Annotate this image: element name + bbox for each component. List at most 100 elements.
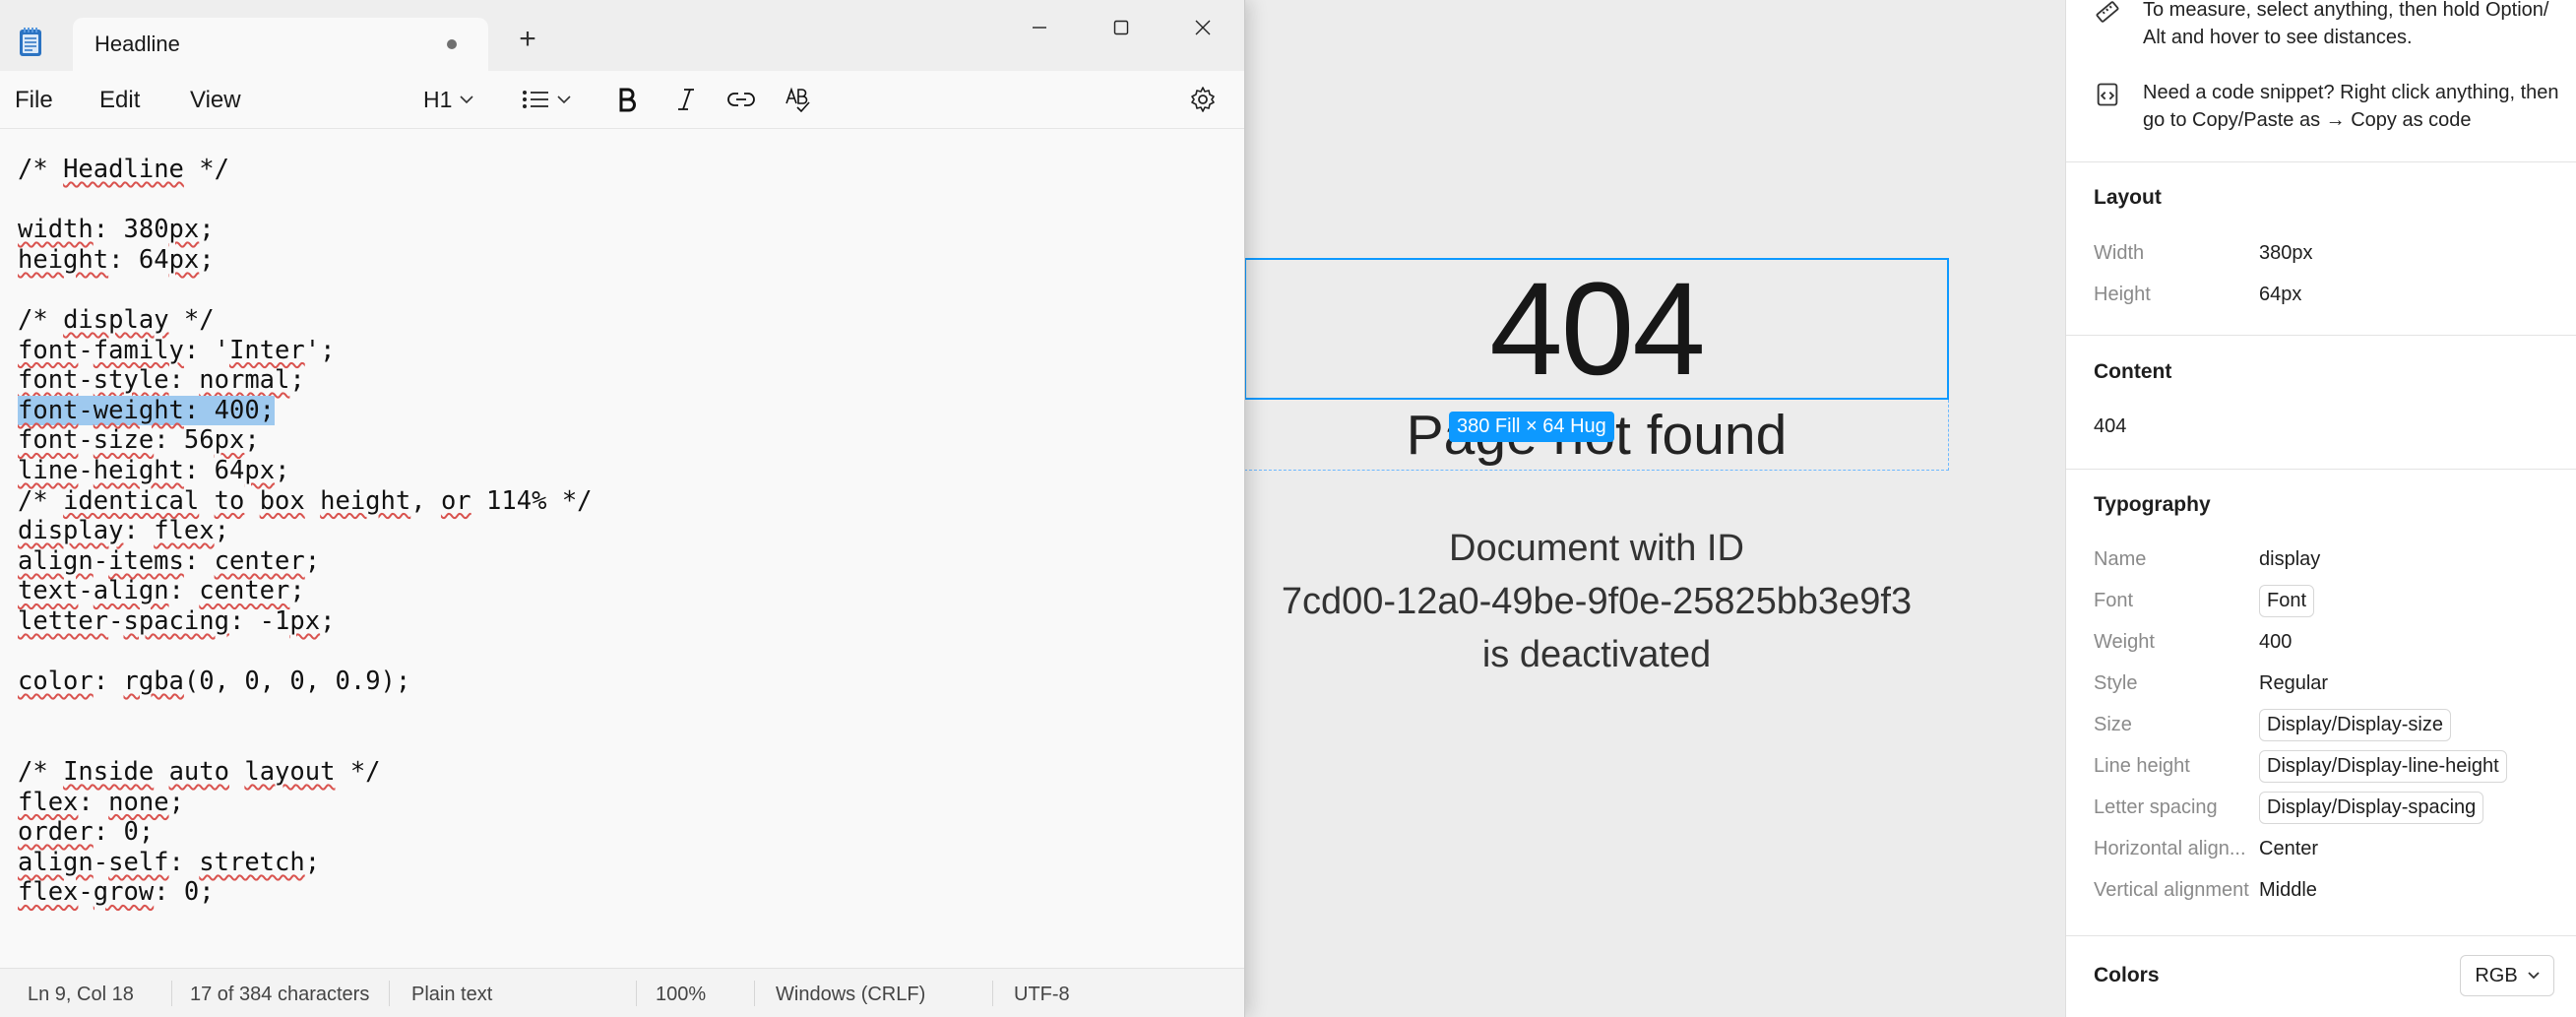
font-label: Font — [2094, 590, 2134, 611]
divider — [2066, 469, 2576, 470]
weight-label: Weight — [2094, 631, 2155, 653]
document-message-line-3: is deactivated — [1481, 634, 1712, 675]
code-line[interactable]: font-size: 56px; — [18, 425, 260, 455]
unsaved-indicator-icon[interactable] — [447, 39, 457, 49]
dimension-badge: 380 Fill × 64 Hug — [1449, 412, 1614, 442]
headline-404-text[interactable]: 404 — [1244, 256, 1949, 403]
code-line[interactable]: order: 0; — [18, 817, 154, 847]
divider — [171, 981, 172, 1006]
code-line[interactable]: text-align: center; — [18, 576, 305, 605]
title-bar[interactable]: Headline + — [0, 0, 1244, 71]
code-line[interactable]: align-items: center; — [18, 546, 320, 576]
minimize-icon — [1033, 27, 1046, 29]
colors-section-title: Colors — [2094, 964, 2160, 986]
code-text: /* identical to box height, or 114% */ — [18, 485, 593, 516]
code-line[interactable]: flex: none; — [18, 788, 184, 817]
chevron-down-icon — [2528, 972, 2540, 980]
design-canvas[interactable]: 404 Page not found 380 Fill × 64 Hug Doc… — [1244, 0, 2065, 1017]
measure-tip-text: To measure, select anything, then hold O… — [2143, 0, 2549, 48]
code-line[interactable]: /* display */ — [18, 305, 215, 335]
code-text: line-height: 64px; — [18, 456, 290, 485]
code-line[interactable]: color: rgba(0, 0, 0, 0.9); — [18, 667, 410, 696]
font-chip[interactable]: Font — [2259, 585, 2315, 617]
code-line[interactable]: letter-spacing: -1px; — [18, 606, 335, 636]
italic-button[interactable] — [675, 83, 697, 116]
color-mode-value: RGB — [2475, 964, 2518, 986]
minimize-button[interactable] — [1020, 8, 1059, 47]
bold-button[interactable] — [616, 83, 638, 116]
size-chip[interactable]: Display/Display-size — [2259, 709, 2451, 741]
snippet-tip: Need a code snippet? Right click anythin… — [2094, 79, 2576, 134]
cursor-position[interactable]: Ln 9, Col 18 — [28, 984, 134, 1006]
tab-title: Headline — [94, 32, 180, 56]
width-value[interactable]: 380px — [2259, 242, 2313, 265]
code-line[interactable]: /* Headline */ — [18, 155, 229, 184]
horizontal-align-value[interactable]: Center — [2259, 838, 2318, 860]
maximize-button[interactable] — [1101, 8, 1141, 47]
document-tab[interactable]: Headline — [73, 18, 488, 71]
heading-dropdown[interactable]: H1 — [423, 83, 473, 116]
code-text: /* Headline */ — [18, 155, 229, 184]
code-text: width: 380px; — [18, 215, 215, 245]
notepad-app-icon — [20, 28, 41, 56]
name-value[interactable]: display — [2259, 548, 2320, 571]
code-text: display: flex; — [18, 516, 229, 546]
heading-value: H1 — [423, 86, 453, 112]
content-value[interactable]: 404 — [2094, 415, 2126, 438]
code-line[interactable]: /* identical to box height, or 114% */ — [18, 486, 593, 516]
code-line[interactable]: align-self: stretch; — [18, 848, 320, 877]
code-text: /* Inside auto layout */ — [18, 757, 381, 787]
bulleted-list-icon — [523, 91, 548, 108]
vertical-align-label: Vertical alignment — [2094, 879, 2249, 901]
code-text: color: rgba(0, 0, 0, 0.9); — [18, 667, 411, 697]
settings-button[interactable] — [1189, 83, 1217, 116]
divider — [992, 981, 993, 1006]
text-editor[interactable]: /* Headline */ width: 380px; height: 64px;… — [0, 129, 1244, 968]
line-height-chip[interactable]: Display/Display-line-height — [2259, 750, 2507, 783]
code-line[interactable]: display: flex; — [18, 516, 229, 545]
code-line[interactable]: /* Inside auto layout */ — [18, 757, 381, 787]
code-text: flex: none; — [18, 787, 184, 817]
style-value[interactable]: Regular — [2259, 672, 2328, 695]
menu-edit[interactable]: Edit — [99, 87, 140, 114]
divider — [636, 981, 637, 1006]
notepad-window: Headline + File Edit View H1 /* Headline… — [0, 0, 1245, 1017]
weight-value[interactable]: 400 — [2259, 631, 2292, 654]
code-text: align-items: center; — [18, 545, 321, 576]
link-icon — [727, 93, 755, 106]
height-value[interactable]: 64px — [2259, 284, 2301, 306]
code-line[interactable]: font-family: 'Inter'; — [18, 336, 335, 365]
document-message[interactable]: Document with ID 7cd00-12a0-49be-9f0e-25… — [1244, 522, 1949, 681]
code-text: height: 64px; — [18, 244, 215, 275]
letter-spacing-chip[interactable]: Display/Display-spacing — [2259, 792, 2484, 824]
close-button[interactable] — [1183, 8, 1223, 47]
encoding[interactable]: UTF-8 — [1014, 984, 1070, 1006]
measure-tip: To measure, select anything, then hold O… — [2094, 0, 2576, 51]
list-dropdown[interactable] — [522, 83, 571, 116]
line-ending[interactable]: Windows (CRLF) — [776, 984, 925, 1006]
code-line[interactable]: line-height: 64px; — [18, 456, 289, 485]
code-line[interactable]: font-style: normal; — [18, 365, 305, 395]
divider — [2066, 935, 2576, 936]
code-text: flex-grow: 0; — [18, 877, 215, 908]
color-mode-dropdown[interactable]: RGB — [2460, 955, 2554, 996]
menu-view[interactable]: View — [190, 87, 241, 114]
code-line[interactable]: flex-grow: 0; — [18, 877, 215, 907]
chevron-down-icon — [557, 95, 571, 103]
menu-file[interactable]: File — [15, 87, 53, 114]
typography-section-title: Typography — [2094, 493, 2211, 516]
name-label: Name — [2094, 548, 2147, 570]
new-tab-button[interactable]: + — [514, 25, 541, 54]
link-button[interactable] — [726, 83, 756, 116]
spellcheck-button[interactable] — [784, 83, 811, 116]
inspect-panel: To measure, select anything, then hold O… — [2065, 0, 2576, 1017]
code-line[interactable]: height: 64px; — [18, 245, 215, 275]
ruler-icon — [2096, 1, 2119, 23]
code-line[interactable]: font-weight: 400; — [18, 395, 276, 425]
code-line[interactable]: width: 380px; — [18, 215, 215, 244]
zoom-level[interactable]: 100% — [656, 984, 706, 1006]
close-icon — [1195, 20, 1211, 35]
text-format[interactable]: Plain text — [411, 984, 492, 1006]
vertical-align-value[interactable]: Middle — [2259, 879, 2317, 902]
height-label: Height — [2094, 284, 2151, 305]
